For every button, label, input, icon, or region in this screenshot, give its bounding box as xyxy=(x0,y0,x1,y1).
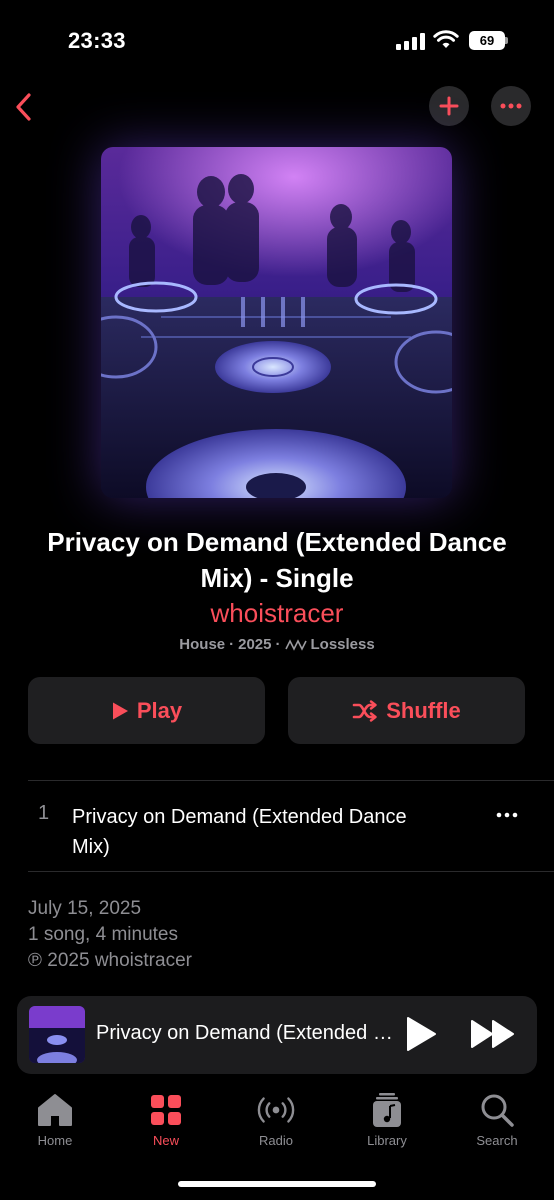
tab-label: Search xyxy=(476,1133,518,1148)
tab-search[interactable]: Search xyxy=(452,1090,542,1148)
album-artwork xyxy=(101,147,452,498)
copyright: ℗ 2025 whoistracer xyxy=(28,950,192,971)
play-button[interactable]: Play xyxy=(28,677,265,744)
play-icon xyxy=(112,702,128,719)
track-row[interactable]: Privacy on Demand (Extended Dance Mix) xyxy=(72,802,432,862)
quality-label: Lossless xyxy=(310,636,375,653)
cellular-signal-icon xyxy=(396,30,426,50)
meta-separator: · xyxy=(229,636,235,653)
tab-radio[interactable]: Radio xyxy=(231,1090,321,1148)
status-time: 23:33 xyxy=(68,28,126,53)
track-list-divider xyxy=(28,871,554,872)
artist-link[interactable]: whoistracer xyxy=(20,597,534,629)
radio-icon xyxy=(257,1097,295,1123)
plus-icon xyxy=(439,96,459,116)
tab-home[interactable]: Home xyxy=(10,1090,100,1148)
ellipsis-icon xyxy=(496,812,518,818)
library-icon xyxy=(373,1093,401,1127)
search-icon xyxy=(481,1094,514,1127)
tab-library[interactable]: Library xyxy=(342,1090,432,1148)
mini-player-artwork xyxy=(29,1006,85,1063)
lossless-icon xyxy=(284,638,307,651)
battery-indicator: 69 xyxy=(469,31,505,50)
album-meta: House · 2025 · Lossless xyxy=(20,636,534,653)
track-number: 1 xyxy=(38,802,50,824)
play-icon[interactable] xyxy=(405,1016,437,1052)
shuffle-button[interactable]: Shuffle xyxy=(288,677,525,744)
tab-new[interactable]: New xyxy=(121,1090,211,1148)
shuffle-label: Shuffle xyxy=(386,697,461,723)
now-playing-title: Privacy on Demand (Extended Dance Mix) xyxy=(96,1022,396,1044)
tab-label: Home xyxy=(37,1133,73,1148)
mini-player[interactable]: Privacy on Demand (Extended Dance Mix) xyxy=(17,996,537,1074)
tab-label: Library xyxy=(367,1133,407,1148)
home-indicator xyxy=(178,1181,376,1187)
meta-separator: · xyxy=(275,636,281,653)
play-label: Play xyxy=(136,697,183,723)
tab-label: Radio xyxy=(259,1133,293,1148)
ellipsis-icon xyxy=(500,103,522,109)
more-options-button[interactable] xyxy=(491,86,531,126)
wifi-icon xyxy=(433,30,459,48)
album-summary: 1 song, 4 minutes xyxy=(28,924,178,945)
shuffle-icon xyxy=(352,699,377,722)
year-label: 2025 xyxy=(238,636,272,653)
genre-label: House xyxy=(179,636,226,653)
add-to-library-button[interactable] xyxy=(429,86,469,126)
fast-forward-icon[interactable] xyxy=(470,1018,516,1050)
back-button[interactable] xyxy=(8,88,38,126)
track-more-button[interactable] xyxy=(490,800,524,830)
home-icon xyxy=(38,1094,72,1126)
release-date: July 15, 2025 xyxy=(28,898,142,919)
track-list-divider xyxy=(28,780,554,781)
album-title: Privacy on Demand (Extended Dance Mix) -… xyxy=(47,527,507,593)
tab-label: New xyxy=(152,1133,179,1148)
battery-tip xyxy=(505,37,508,44)
chevron-left-icon xyxy=(16,93,31,121)
grid-icon xyxy=(151,1095,181,1125)
